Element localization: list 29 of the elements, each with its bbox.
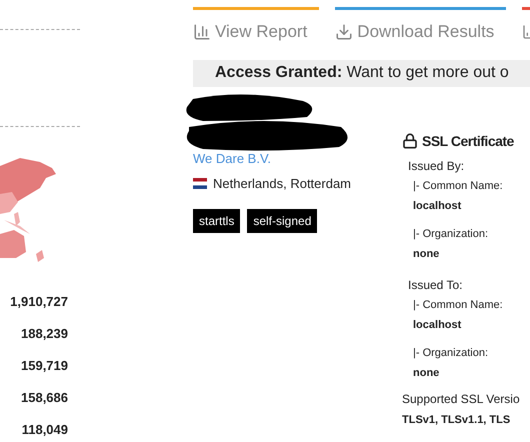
versions-value: TLSv1, TLSv1.1, TLS bbox=[402, 412, 512, 428]
field-label: |- Organization: bbox=[413, 226, 490, 242]
organization-link[interactable]: We Dare B.V. bbox=[193, 148, 402, 168]
field-label: |- Common Name: bbox=[413, 298, 504, 312]
location-text: Netherlands, Rotterdam bbox=[213, 175, 352, 193]
field-heading: Issued By: bbox=[408, 158, 466, 174]
field-label: |- Organization: bbox=[413, 346, 490, 360]
chart-icon bbox=[193, 22, 211, 41]
field-value: none bbox=[413, 366, 440, 381]
access-banner: Access Granted: Want to get more out o bbox=[193, 60, 530, 86]
count-value: 159,719 bbox=[21, 358, 68, 373]
count-value: 1,910,727 bbox=[10, 294, 68, 309]
field-heading: Issued To: bbox=[408, 276, 464, 294]
netherlands-flag-icon bbox=[193, 178, 207, 190]
field-value: none bbox=[413, 247, 440, 262]
tag: starttls bbox=[193, 208, 240, 232]
tag: self-signed bbox=[247, 208, 318, 232]
count-value: 118,049 bbox=[22, 422, 68, 437]
lock-icon bbox=[402, 133, 418, 149]
tab[interactable]: View Report bbox=[193, 7, 320, 50]
download-icon bbox=[335, 22, 354, 41]
field-value: localhost bbox=[413, 199, 462, 214]
tab[interactable]: Download Results bbox=[335, 7, 506, 50]
field-value: localhost bbox=[413, 318, 462, 333]
count-value: 158,686 bbox=[21, 390, 68, 405]
count-value: 188,239 bbox=[21, 326, 68, 341]
section-title: SSL Certificate bbox=[422, 132, 514, 150]
field-label: |- Common Name: bbox=[413, 178, 504, 194]
field-heading: Supported SSL Versio bbox=[402, 390, 521, 408]
